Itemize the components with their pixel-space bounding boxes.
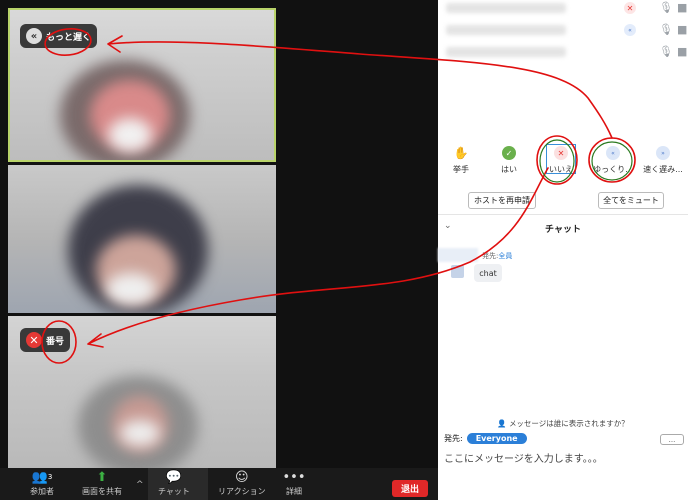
double-chevron-left-icon: « — [26, 28, 42, 44]
mute-all-button[interactable]: 全てをミュート — [598, 192, 664, 209]
leave-meeting-button[interactable]: 退出 — [392, 480, 428, 497]
participants-button[interactable]: 👥 3 参加者 — [30, 470, 54, 497]
share-screen-icon: ⬆ — [96, 469, 108, 485]
reaction-badge-label: 番号 — [46, 336, 65, 347]
ask-unmute-button[interactable]: ホストを再申請 — [468, 192, 536, 209]
reaction-badge-slower: « もっと遅く — [20, 24, 98, 48]
avatar — [451, 265, 464, 278]
chat-more-button[interactable]: ... — [660, 434, 684, 445]
reaction-raise-hand[interactable]: ✋ 挙手 — [438, 146, 484, 175]
meeting-toolbar: 👥 3 参加者 ⬆ 画面を共有 ^ 💬 チャット ☺ リアクション ••• 詳細 — [0, 468, 438, 500]
divider — [438, 214, 688, 215]
hand-icon: ✋ — [453, 146, 469, 160]
message-visibility-link[interactable]: 👤 メッセージは誰に表示されますか？ — [438, 418, 688, 429]
chevron-up-icon[interactable]: ^ — [136, 480, 144, 490]
video-feed — [8, 165, 276, 313]
reaction-badge-label: もっと遅く — [46, 32, 92, 43]
close-icon: ✕ — [554, 146, 568, 160]
recipient-dropdown[interactable]: Everyone — [466, 433, 527, 444]
side-panel: ✕ 🎙 ■ « 🎙 ■ 🎙 ■ ✋ 挙手 ✓ はい ✕ いいえ « ゆっくり..… — [438, 0, 688, 500]
microphone-icon[interactable]: 🎙 — [659, 1, 673, 14]
participant-name-redacted — [446, 47, 566, 57]
nonverbal-feedback-bar: ✋ 挙手 ✓ はい ✕ いいえ « ゆっくり... » 速く遅み... — [438, 144, 688, 180]
status-slower-icon: « — [624, 24, 636, 36]
fast-icon: » — [656, 146, 670, 160]
message-recipient: 発先:全員 — [482, 252, 513, 260]
status-no-icon: ✕ — [624, 2, 636, 14]
reaction-slower[interactable]: « ゆっくり... — [590, 146, 636, 175]
chat-message: chat — [474, 264, 502, 282]
participant-name-redacted — [446, 25, 566, 35]
reaction-button[interactable]: ☺ リアクション — [218, 470, 266, 497]
reaction-badge-no: ✕ 番号 — [20, 328, 71, 352]
check-icon: ✓ — [502, 146, 516, 160]
smiley-plus-icon: ☺ — [235, 469, 249, 485]
more-button[interactable]: ••• 詳細 — [282, 469, 306, 497]
chat-bubble-icon: 💬 — [165, 469, 183, 485]
chat-title: チャット — [545, 225, 581, 235]
video-gallery: « もっと遅く ✕ 番号 — [0, 0, 438, 468]
message-sender-redacted — [438, 248, 478, 262]
camera-icon[interactable]: ■ — [677, 45, 687, 58]
camera-icon[interactable]: ■ — [677, 23, 687, 36]
camera-icon[interactable]: ■ — [677, 1, 687, 14]
reaction-no[interactable]: ✕ いいえ — [538, 146, 584, 175]
video-tile-participant[interactable] — [8, 165, 276, 313]
microphone-icon[interactable]: 🎙 — [659, 23, 673, 36]
recipient-row: 発先: Everyone — [444, 433, 527, 444]
share-screen-button[interactable]: ⬆ 画面を共有 — [82, 470, 122, 497]
more-dots-icon: ••• — [282, 469, 306, 485]
close-icon: ✕ — [26, 332, 42, 348]
participants-icon: 👥 3 — [31, 469, 53, 485]
participant-list: ✕ 🎙 ■ « 🎙 ■ 🎙 ■ — [438, 0, 688, 70]
participant-name-redacted — [446, 3, 566, 13]
reaction-faster[interactable]: » 速く遅み... — [640, 146, 686, 175]
participant-row[interactable]: ✕ 🎙 ■ — [444, 0, 687, 16]
participant-row[interactable]: « 🎙 ■ — [444, 22, 687, 38]
person-icon: 👤 — [497, 419, 509, 428]
reaction-yes[interactable]: ✓ はい — [486, 146, 532, 175]
chat-message-input[interactable]: ここにメッセージを入力します。。。 — [444, 450, 603, 465]
slow-icon: « — [606, 146, 620, 160]
chat-button[interactable]: 💬 チャット — [158, 470, 190, 497]
microphone-icon[interactable]: 🎙 — [659, 45, 673, 58]
participant-row[interactable]: 🎙 ■ — [444, 44, 687, 60]
